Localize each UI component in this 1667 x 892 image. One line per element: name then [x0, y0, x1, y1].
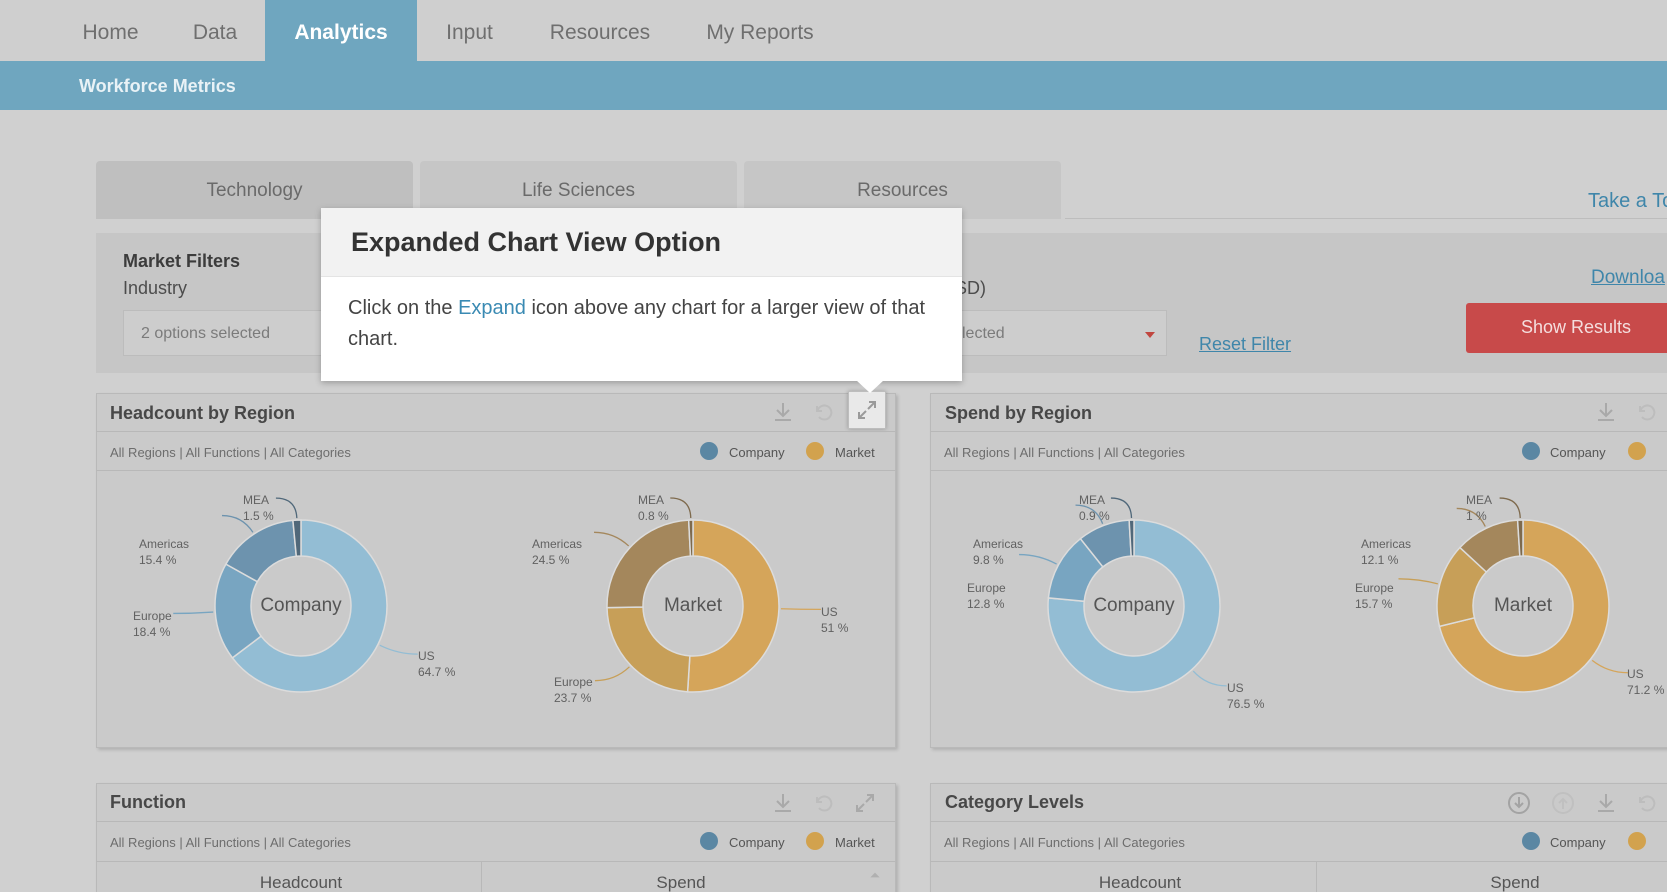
legend-market-label: Market [835, 835, 875, 850]
card-title: Function [110, 792, 186, 812]
show-results-button[interactable]: Show Results [1466, 303, 1667, 353]
popover-expand-highlight: Expand [458, 297, 526, 319]
card-subtitle: All Regions | All Functions | All Catego… [944, 445, 1185, 460]
nav-tab-input[interactable]: Input [427, 0, 512, 61]
slice-label-mea: MEA 0.9 % [1079, 493, 1110, 523]
slice-label-mea: MEA 1 % [1466, 493, 1493, 523]
drill-up-icon[interactable] [1549, 789, 1577, 817]
column-header-headcount: Headcount [1098, 873, 1182, 892]
legend-company-label: Company [729, 445, 785, 460]
column-header-spend: Spend [656, 873, 706, 892]
download-icon[interactable] [769, 398, 797, 426]
undo-icon[interactable] [1632, 398, 1660, 426]
card-subtitle: All Regions | All Functions | All Catego… [110, 445, 351, 460]
second-filter-select[interactable]: lected [955, 310, 1167, 356]
slice-label-mea: MEA 0.8 % [638, 493, 669, 523]
legend-company-label: Company [1550, 445, 1606, 460]
donut-center-label: Company [260, 595, 342, 616]
divider [930, 431, 1667, 432]
industry-label: Industry [123, 278, 188, 298]
legend-market-dot [1628, 442, 1646, 460]
nav-tab-analytics[interactable]: Analytics [265, 0, 417, 61]
legend-market-dot [806, 832, 824, 850]
undo-icon[interactable] [1632, 789, 1660, 817]
column-divider [1316, 861, 1317, 892]
divider [930, 470, 1667, 471]
column-header-spend: Spend [1490, 873, 1540, 892]
donut-center-label: Market [1493, 595, 1553, 616]
chevron-down-icon[interactable] [1145, 332, 1155, 338]
slice-label-us: US 64.7 % [418, 649, 456, 679]
market-filters-title: Market Filters [123, 251, 241, 271]
divider [96, 431, 896, 432]
slice-label-americas: Americas 24.5 % [532, 537, 583, 567]
nav-tab-home[interactable]: Home [58, 0, 163, 61]
slice-label-us: US 51 % [821, 605, 849, 635]
legend-market-dot [806, 442, 824, 460]
card-title: Headcount by Region [110, 403, 296, 423]
take-tour-link[interactable]: Take a To [1588, 190, 1667, 213]
tab-divider [1065, 218, 1667, 219]
drill-down-icon[interactable] [1505, 789, 1533, 817]
sub-nav-bar: Workforce Metrics [0, 61, 1667, 110]
nav-tab-resources[interactable]: Resources [536, 0, 664, 61]
legend-market-label: Market [835, 445, 875, 460]
slice-label-europe: Europe 23.7 % [554, 675, 593, 705]
undo-icon[interactable] [809, 398, 837, 426]
legend-company-dot [1522, 442, 1540, 460]
expand-icon[interactable] [851, 789, 879, 817]
card-title: Category Levels [945, 792, 1085, 812]
popover-header: Expanded Chart View Option [321, 208, 962, 277]
card-subtitle: All Regions | All Functions | All Catego… [944, 835, 1185, 850]
download-link[interactable]: Downloa [1591, 267, 1665, 289]
divider [96, 861, 896, 862]
undo-icon[interactable] [809, 789, 837, 817]
slice-label-europe: Europe 12.8 % [967, 581, 1006, 611]
card-subtitle: All Regions | All Functions | All Catego… [110, 835, 351, 850]
sub-nav-title[interactable]: Workforce Metrics [79, 76, 236, 97]
scroll-up-icon[interactable] [866, 866, 884, 884]
divider [930, 821, 1667, 822]
top-nav: Home Data Analytics Input Resources My R… [0, 0, 1667, 61]
slice-label-us: US 71.2 % [1627, 667, 1665, 697]
slice-label-americas: Americas 9.8 % [973, 537, 1024, 567]
popover-arrow [856, 380, 884, 393]
slice-label-americas: Americas 15.4 % [139, 537, 190, 567]
tour-popover: Expanded Chart View Option Click on the … [321, 208, 962, 381]
popover-title: Expanded Chart View Option [351, 227, 722, 257]
slice-label-mea: MEA 1.5 % [243, 493, 274, 523]
slice-label-americas: Americas 12.1 % [1361, 537, 1412, 567]
column-header-headcount: Headcount [259, 873, 343, 892]
reset-filter-link[interactable]: Reset Filter [1199, 334, 1291, 355]
industry-select[interactable]: 2 options selected [123, 310, 338, 356]
donut-center-label: Company [1093, 595, 1175, 616]
download-icon[interactable] [1592, 789, 1620, 817]
legend-company-dot [1522, 832, 1540, 850]
donut-center-label: Market [663, 595, 723, 616]
column-divider [481, 861, 482, 892]
nav-tab-my-reports[interactable]: My Reports [688, 0, 832, 61]
download-icon[interactable] [1592, 398, 1620, 426]
slice-label-us: US 76.5 % [1227, 681, 1265, 711]
legend-company-label: Company [1550, 835, 1606, 850]
divider [96, 821, 896, 822]
legend-company-dot [700, 442, 718, 460]
nav-tab-data[interactable]: Data [172, 0, 258, 61]
expand-icon[interactable] [848, 391, 886, 429]
card-title: Spend by Region [945, 403, 1093, 423]
slice-label-europe: Europe 15.7 % [1355, 581, 1394, 611]
divider [96, 470, 896, 471]
slice-label-europe: Europe 18.4 % [133, 609, 172, 639]
download-icon[interactable] [769, 789, 797, 817]
legend-company-dot [700, 832, 718, 850]
divider [930, 861, 1667, 862]
legend-market-dot [1628, 832, 1646, 850]
legend-company-label: Company [729, 835, 785, 850]
popover-body: Click on the Expand icon above any chart… [348, 297, 926, 350]
